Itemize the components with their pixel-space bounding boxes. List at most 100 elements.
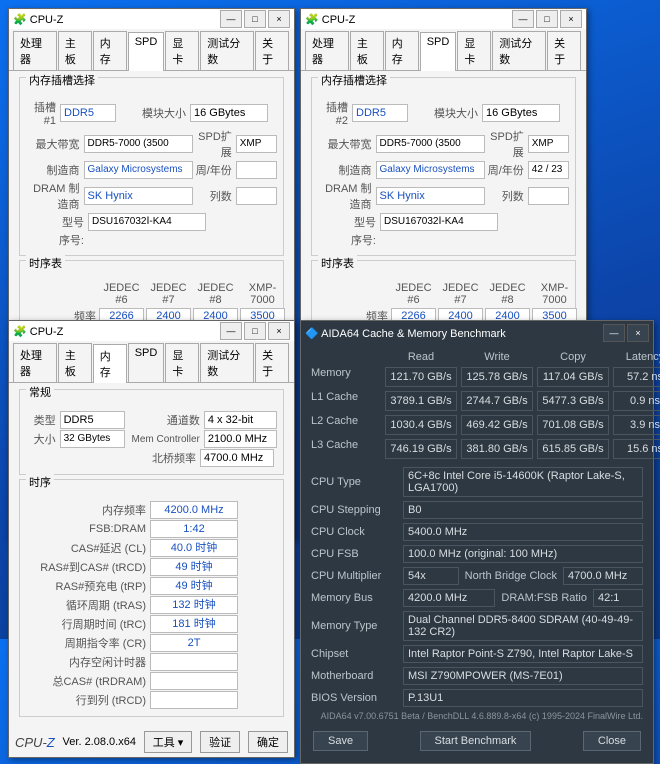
minimize-button[interactable]: — [220,322,242,340]
titlebar[interactable]: 🔷 AIDA64 Cache & Memory Benchmark — × [301,321,653,345]
ranks [528,187,569,205]
tab-5[interactable]: 测试分数 [200,343,254,382]
weeks [236,161,277,179]
bench-cell: 15.6 ns [613,439,660,459]
dramfsb-label: DRAM:FSB Ratio [495,592,593,604]
bench-cell: 125.78 GB/s [461,367,533,387]
tab-2[interactable]: 内存 [93,31,127,70]
tab-3[interactable]: SPD [128,343,165,382]
start-benchmark-button[interactable]: Start Benchmark [420,731,532,751]
mem-channels: 4 x 32-bit [204,411,277,429]
tab-4[interactable]: 显卡 [165,31,199,70]
mfr-label: 制造商 [26,162,84,178]
mem-row-label: CAS#延迟 (CL) [26,540,150,556]
tab-3[interactable]: SPD [128,32,165,71]
col-header: JEDEC #6 [98,281,145,307]
maximize-button[interactable]: □ [244,10,266,28]
maximize-button[interactable]: □ [244,322,266,340]
info-value: Intel Raptor Point-S Z790, Intel Raptor … [403,645,643,663]
tab-6[interactable]: 关于 [255,343,289,382]
aida-copyright: AIDA64 v7.00.6751 Beta / BenchDLL 4.6.88… [301,709,653,723]
tab-5[interactable]: 测试分数 [492,31,546,70]
tab-2[interactable]: 内存 [385,31,419,70]
weeks: 42 / 23 [528,161,569,179]
tools-button[interactable]: 工具 ▾ [144,731,193,753]
version-text: Ver. 2.08.0.x64 [63,736,136,748]
dram-manufacturer: SK Hynix [376,187,486,205]
col-header: XMP-7000 [531,281,578,307]
info-key: Motherboard [311,670,403,682]
mem-row-label: 内存频率 [26,502,150,518]
module-size: 16 GBytes [190,104,268,122]
mem-row-label: FSB:DRAM [26,523,150,535]
mem-row-label: 循环周期 (tRAS) [26,597,150,613]
mfr-label: 制造商 [318,162,376,178]
sn-label: 序号: [26,232,88,248]
spd-ext-label: SPD扩展 [485,128,528,160]
titlebar[interactable]: 🧩 CPU-Z — □ × [9,9,294,29]
info-value: Dual Channel DDR5-8400 SDRAM (40-49-49-1… [403,611,643,641]
tab-3[interactable]: SPD [420,32,457,71]
max-bandwidth: DDR5-7000 (3500 MHz) [84,135,194,153]
aida-window: 🔷 AIDA64 Cache & Memory Benchmark — × Re… [300,320,654,764]
tab-6[interactable]: 关于 [547,31,581,70]
model: DSU167032Ⅰ-KA4 [88,213,206,231]
tab-5[interactable]: 测试分数 [200,31,254,70]
slot-select[interactable]: DDR5 [60,104,116,122]
minimize-button[interactable]: — [512,10,534,28]
mem-row-label: 总CAS# (tRDRAM) [26,673,150,689]
minimize-button[interactable]: — [220,10,242,28]
mem-type: DDR5 [60,411,125,429]
col-header: Write [461,351,533,363]
tab-6[interactable]: 关于 [255,31,289,70]
close-button[interactable]: × [268,10,290,28]
tab-4[interactable]: 显卡 [457,31,491,70]
dramfsb-value: 42:1 [593,589,643,607]
tab-bar: 处理器主板内存SPD显卡测试分数关于 [301,29,586,71]
mem-row-value [150,672,238,690]
window-icon: 🧩 CPU-Z [13,13,63,26]
close-button[interactable]: × [560,10,582,28]
validate-button[interactable]: 验证 [200,731,240,753]
nbclk-value: 4700.0 MHz [563,567,643,585]
mem-row-value [150,653,238,671]
close-button[interactable]: × [627,324,649,342]
maximize-button[interactable]: □ [536,10,558,28]
slot-select[interactable]: DDR5 [352,104,408,122]
aida-title: AIDA64 Cache & Memory Benchmark [321,328,506,340]
info-value: B0 [403,501,643,519]
mem-controller-freq: 2100.0 MHz [204,430,277,448]
col-header: JEDEC #7 [437,281,484,307]
module-size-label: 模块大小 [116,105,190,121]
tab-0[interactable]: 处理器 [305,31,349,70]
bench-cell: 701.08 GB/s [537,415,609,435]
mem-row-value: 181 时钟 [150,615,238,633]
titlebar[interactable]: 🧩 CPU-Z — □ × [9,321,294,341]
close-button[interactable]: × [268,322,290,340]
mem-row-value: 49 时钟 [150,558,238,576]
tab-1[interactable]: 主板 [350,31,384,70]
col-header: Latency [613,351,660,363]
tab-1[interactable]: 主板 [58,31,92,70]
titlebar[interactable]: 🧩 CPU-Z — □ × [301,9,586,29]
bench-cell: 3789.1 GB/s [385,391,457,411]
col-header: XMP-7000 [239,281,286,307]
row-label: L1 Cache [311,391,381,411]
info-key: CPU Type [311,476,403,488]
ok-button[interactable]: 确定 [248,731,288,753]
nb-label: 北桥频率 [120,450,200,466]
save-button[interactable]: Save [313,731,368,751]
mem-row-value [150,691,238,709]
max-bw-label: 最大带宽 [26,136,84,152]
tab-4[interactable]: 显卡 [165,343,199,382]
tab-0[interactable]: 处理器 [13,343,57,382]
close-button[interactable]: Close [583,731,641,751]
tab-1[interactable]: 主板 [58,343,92,382]
spd-ext: XMP 3.0 [528,135,569,153]
spd-ext: XMP 3.0 [236,135,277,153]
tab-0[interactable]: 处理器 [13,31,57,70]
weeks-label: 周/年份 [193,162,236,178]
bench-cell: 117.04 GB/s [537,367,609,387]
minimize-button[interactable]: — [603,324,625,342]
tab-2[interactable]: 内存 [93,344,127,383]
